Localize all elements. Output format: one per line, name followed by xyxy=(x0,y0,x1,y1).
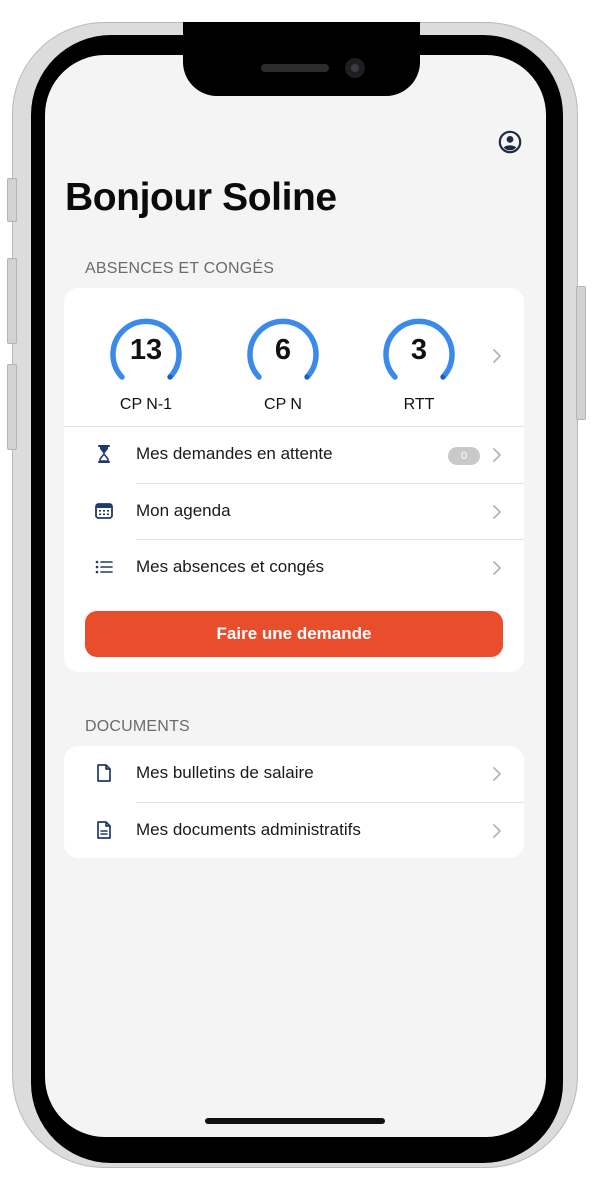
page-title: Bonjour Soline xyxy=(65,176,337,219)
calendar-icon xyxy=(94,501,114,521)
user-circle-icon[interactable] xyxy=(498,130,522,154)
chevron-right-icon xyxy=(492,447,502,463)
balance-value: 13 xyxy=(129,334,163,366)
balance-label: CP N-1 xyxy=(119,396,173,413)
count-badge: 0 xyxy=(448,447,480,465)
balance-value: 3 xyxy=(410,334,428,366)
chevron-right-icon xyxy=(492,504,502,520)
menu-item-label: Mes absences et congés xyxy=(136,557,325,576)
menu-item-label: Mes documents administratifs xyxy=(136,820,361,839)
document-text-icon xyxy=(94,820,114,840)
speaker xyxy=(261,64,329,72)
list-icon xyxy=(94,557,114,577)
balance-gauge-rtt: 3 xyxy=(381,316,457,392)
chevron-right-icon xyxy=(492,823,502,839)
chevron-right-icon[interactable] xyxy=(492,348,502,364)
chevron-right-icon xyxy=(492,766,502,782)
balance-value: 6 xyxy=(274,334,292,366)
power-button xyxy=(576,286,586,420)
section-title-absences: ABSENCES ET CONGÉS xyxy=(85,260,275,277)
volume-down-button xyxy=(7,364,17,450)
balance-gauge-cp-n: 6 xyxy=(245,316,321,392)
menu-item-pending-requests[interactable]: Mes demandes en attente 0 xyxy=(64,427,524,483)
balance-gauge-cp-n-1: 13 xyxy=(108,316,184,392)
menu-item-admin-documents[interactable]: Mes documents administratifs xyxy=(64,803,524,859)
notch xyxy=(183,22,420,96)
chevron-right-icon xyxy=(492,560,502,576)
hourglass-icon xyxy=(94,444,114,464)
mute-switch xyxy=(7,178,17,222)
menu-item-absences-list[interactable]: Mes absences et congés xyxy=(64,540,524,596)
menu-item-label: Mon agenda xyxy=(136,501,231,520)
home-indicator[interactable] xyxy=(205,1118,385,1124)
volume-up-button xyxy=(7,258,17,344)
section-title-documents: DOCUMENTS xyxy=(85,718,190,735)
menu-item-payslips[interactable]: Mes bulletins de salaire xyxy=(64,746,524,802)
menu-item-agenda[interactable]: Mon agenda xyxy=(64,484,524,540)
balance-label: RTT xyxy=(403,396,435,413)
camera xyxy=(345,58,365,78)
request-button[interactable]: Faire une demande xyxy=(85,611,503,657)
menu-item-label: Mes bulletins de salaire xyxy=(136,763,314,782)
menu-item-label: Mes demandes en attente xyxy=(136,444,333,463)
document-icon xyxy=(94,763,114,783)
balance-label: CP N xyxy=(264,396,302,413)
